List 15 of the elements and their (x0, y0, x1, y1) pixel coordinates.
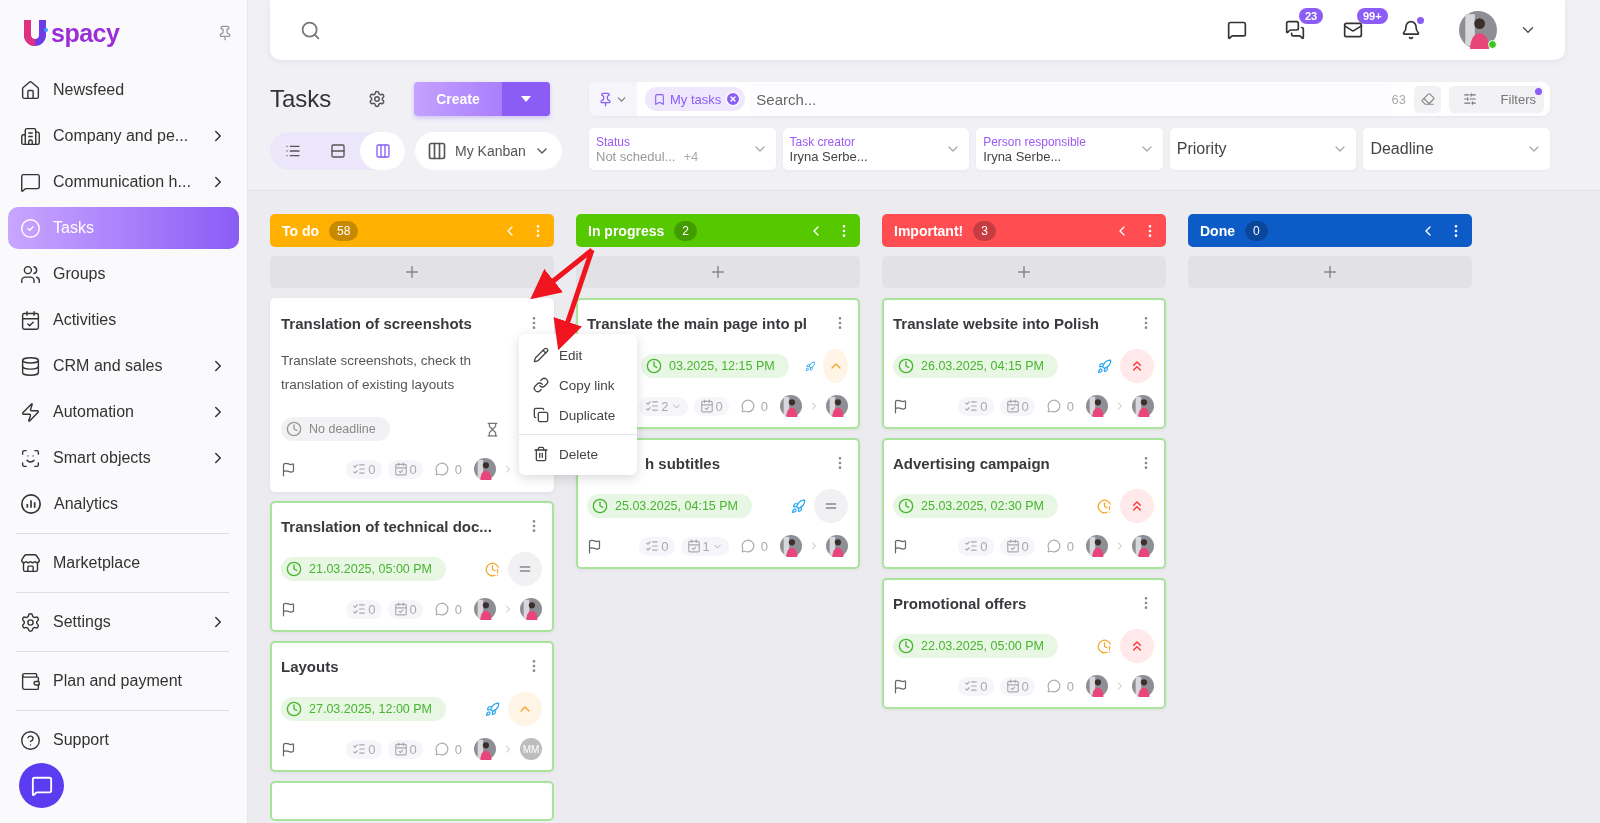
column-title: Done (1200, 222, 1235, 239)
count-badge: 58 (329, 220, 359, 241)
column-title: Important! (894, 222, 964, 239)
count-badge: 2 (674, 220, 697, 241)
count-badge: 23 (1299, 8, 1324, 24)
result-count: 63 (1391, 91, 1406, 107)
page-title: Tasks (270, 85, 333, 113)
column-title: To do (282, 222, 320, 239)
count-badge: 0 (1245, 220, 1268, 241)
avatar: MM (520, 738, 542, 760)
task-description: Translate screenshots, check th translation of existing layouts (281, 352, 472, 394)
logo-text: spacy (51, 18, 120, 48)
count-badge: 3 (973, 220, 996, 241)
column-title: In progress (588, 222, 665, 239)
count-badge: 99+ (1357, 8, 1388, 24)
